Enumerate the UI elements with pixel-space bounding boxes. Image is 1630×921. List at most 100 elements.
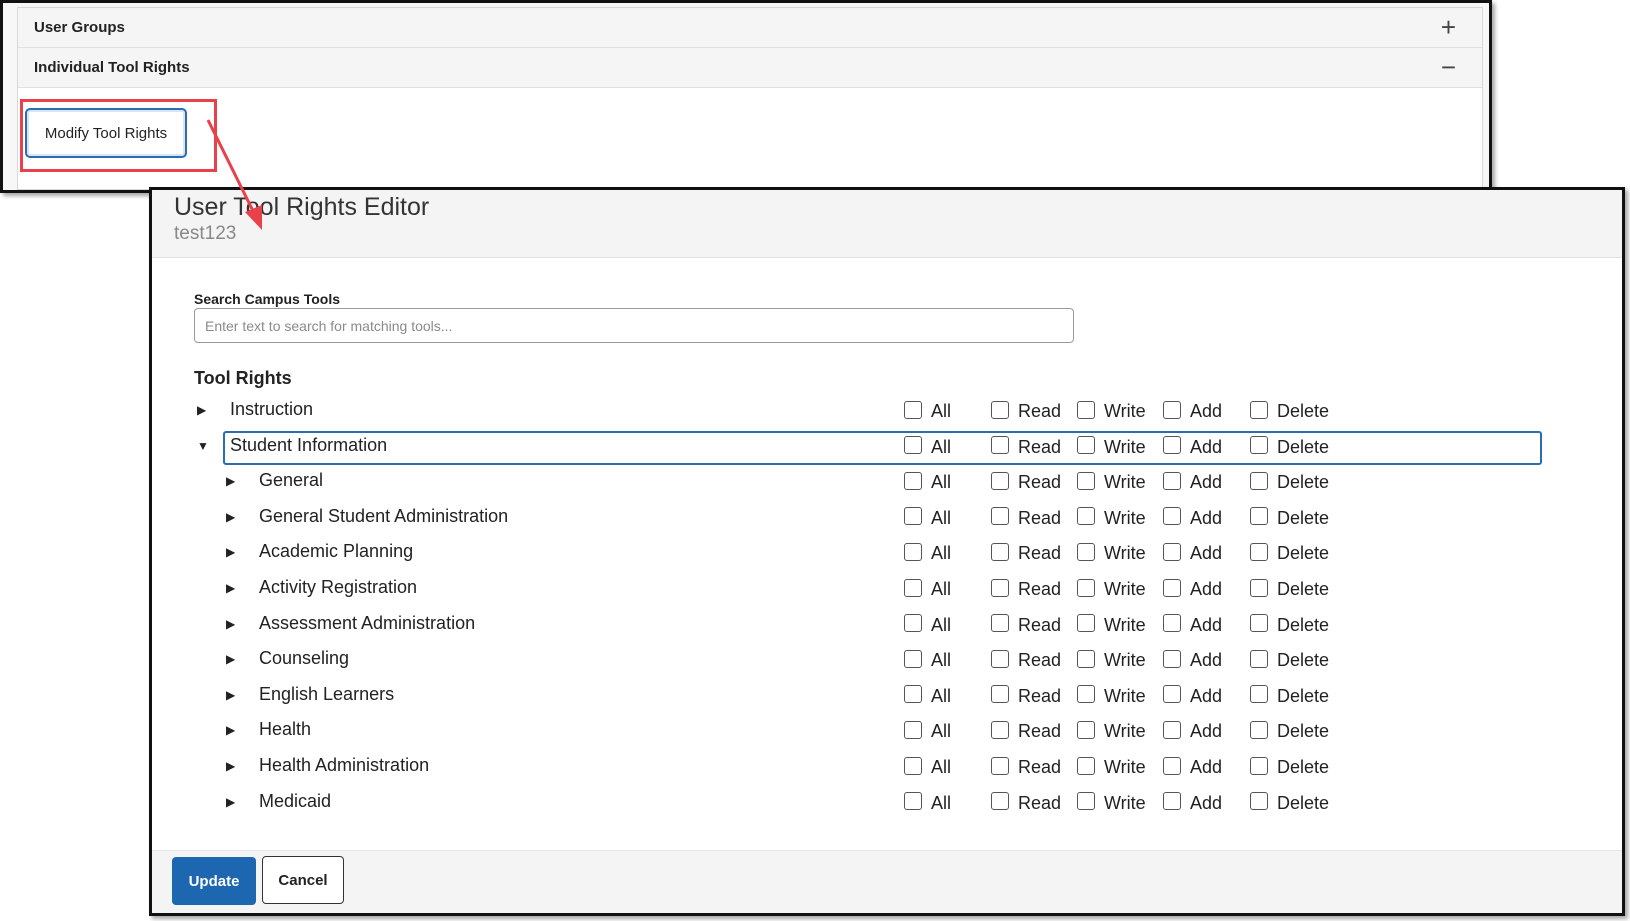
caret-right-icon[interactable]: ▶ — [226, 581, 235, 595]
permission-add[interactable]: Add — [1163, 399, 1222, 421]
permission-add[interactable]: Add — [1163, 684, 1222, 706]
delete-checkbox[interactable] — [1250, 792, 1268, 811]
permission-delete[interactable]: Delete — [1250, 684, 1329, 706]
permission-delete[interactable]: Delete — [1250, 613, 1329, 635]
delete-checkbox[interactable] — [1250, 685, 1268, 704]
tool-row[interactable]: ▶ Assessment Administration All Read Write Ad… — [152, 609, 1622, 643]
permission-delete[interactable]: Delete — [1250, 719, 1329, 741]
permission-all[interactable]: All — [904, 577, 951, 599]
permission-all[interactable]: All — [904, 541, 951, 563]
add-checkbox[interactable] — [1163, 720, 1181, 739]
read-checkbox[interactable] — [991, 507, 1009, 526]
caret-right-icon[interactable]: ▶ — [226, 617, 235, 631]
delete-checkbox[interactable] — [1250, 400, 1268, 419]
read-checkbox[interactable] — [991, 685, 1009, 704]
add-checkbox[interactable] — [1163, 507, 1181, 526]
caret-right-icon[interactable]: ▶ — [226, 795, 235, 809]
read-checkbox[interactable] — [991, 400, 1009, 419]
caret-right-icon[interactable]: ▶ — [226, 652, 235, 666]
permission-read[interactable]: Read — [991, 435, 1061, 457]
all-checkbox[interactable] — [904, 578, 922, 597]
permission-read[interactable]: Read — [991, 470, 1061, 492]
add-checkbox[interactable] — [1163, 685, 1181, 704]
caret-right-icon[interactable]: ▶ — [226, 723, 235, 737]
caret-right-icon[interactable]: ▶ — [226, 474, 235, 488]
permission-write[interactable]: Write — [1077, 399, 1146, 421]
write-checkbox[interactable] — [1077, 649, 1095, 668]
read-checkbox[interactable] — [991, 792, 1009, 811]
add-checkbox[interactable] — [1163, 756, 1181, 775]
delete-checkbox[interactable] — [1250, 756, 1268, 775]
permission-write[interactable]: Write — [1077, 648, 1146, 670]
permission-write[interactable]: Write — [1077, 684, 1146, 706]
write-checkbox[interactable] — [1077, 720, 1095, 739]
write-checkbox[interactable] — [1077, 436, 1095, 455]
read-checkbox[interactable] — [991, 649, 1009, 668]
add-checkbox[interactable] — [1163, 542, 1181, 561]
read-checkbox[interactable] — [991, 436, 1009, 455]
permission-all[interactable]: All — [904, 506, 951, 528]
permission-all[interactable]: All — [904, 719, 951, 741]
add-checkbox[interactable] — [1163, 436, 1181, 455]
write-checkbox[interactable] — [1077, 578, 1095, 597]
write-checkbox[interactable] — [1077, 792, 1095, 811]
permission-add[interactable]: Add — [1163, 470, 1222, 492]
all-checkbox[interactable] — [904, 756, 922, 775]
expand-icon[interactable]: + — [1441, 12, 1456, 42]
permission-read[interactable]: Read — [991, 541, 1061, 563]
permission-all[interactable]: All — [904, 648, 951, 670]
permission-all[interactable]: All — [904, 684, 951, 706]
caret-right-icon[interactable]: ▶ — [197, 403, 206, 417]
section-individual-tool-rights[interactable]: Individual Tool Rights − — [18, 48, 1482, 88]
permission-write[interactable]: Write — [1077, 470, 1146, 492]
all-checkbox[interactable] — [904, 542, 922, 561]
permission-write[interactable]: Write — [1077, 577, 1146, 599]
tool-row[interactable]: ▶ Activity Registration All Read Write Add Del… — [152, 573, 1622, 607]
permission-read[interactable]: Read — [991, 613, 1061, 635]
tool-row[interactable]: ▶ Counseling All Read Write Add Delete — [152, 644, 1622, 678]
read-checkbox[interactable] — [991, 471, 1009, 490]
write-checkbox[interactable] — [1077, 685, 1095, 704]
permission-add[interactable]: Add — [1163, 506, 1222, 528]
delete-checkbox[interactable] — [1250, 436, 1268, 455]
permission-read[interactable]: Read — [991, 577, 1061, 599]
permission-write[interactable]: Write — [1077, 506, 1146, 528]
permission-write[interactable]: Write — [1077, 541, 1146, 563]
tool-row[interactable]: ▶ General Student Administration All Read Wr… — [152, 502, 1622, 536]
permission-add[interactable]: Add — [1163, 755, 1222, 777]
all-checkbox[interactable] — [904, 685, 922, 704]
permission-add[interactable]: Add — [1163, 791, 1222, 813]
tool-row[interactable]: ▼ Student Information All Read Write Add Delet… — [152, 430, 1622, 465]
permission-add[interactable]: Add — [1163, 719, 1222, 741]
collapse-icon[interactable]: − — [1441, 52, 1456, 82]
permission-delete[interactable]: Delete — [1250, 541, 1329, 563]
permission-write[interactable]: Write — [1077, 719, 1146, 741]
permission-read[interactable]: Read — [991, 791, 1061, 813]
permission-write[interactable]: Write — [1077, 435, 1146, 457]
permission-all[interactable]: All — [904, 755, 951, 777]
caret-right-icon[interactable]: ▶ — [226, 545, 235, 559]
add-checkbox[interactable] — [1163, 792, 1181, 811]
permission-delete[interactable]: Delete — [1250, 470, 1329, 492]
permission-all[interactable]: All — [904, 470, 951, 492]
permission-write[interactable]: Write — [1077, 755, 1146, 777]
add-checkbox[interactable] — [1163, 614, 1181, 633]
delete-checkbox[interactable] — [1250, 507, 1268, 526]
permission-delete[interactable]: Delete — [1250, 399, 1329, 421]
tool-row[interactable]: ▶ Health All Read Write Add Delete — [152, 715, 1622, 749]
permission-add[interactable]: Add — [1163, 435, 1222, 457]
permission-add[interactable]: Add — [1163, 577, 1222, 599]
write-checkbox[interactable] — [1077, 756, 1095, 775]
permission-read[interactable]: Read — [991, 648, 1061, 670]
read-checkbox[interactable] — [991, 578, 1009, 597]
add-checkbox[interactable] — [1163, 578, 1181, 597]
permission-delete[interactable]: Delete — [1250, 791, 1329, 813]
permission-all[interactable]: All — [904, 435, 951, 457]
delete-checkbox[interactable] — [1250, 578, 1268, 597]
permission-read[interactable]: Read — [991, 506, 1061, 528]
read-checkbox[interactable] — [991, 756, 1009, 775]
section-user-groups[interactable]: User Groups + — [18, 8, 1482, 48]
permission-add[interactable]: Add — [1163, 648, 1222, 670]
permission-read[interactable]: Read — [991, 684, 1061, 706]
permission-delete[interactable]: Delete — [1250, 435, 1329, 457]
